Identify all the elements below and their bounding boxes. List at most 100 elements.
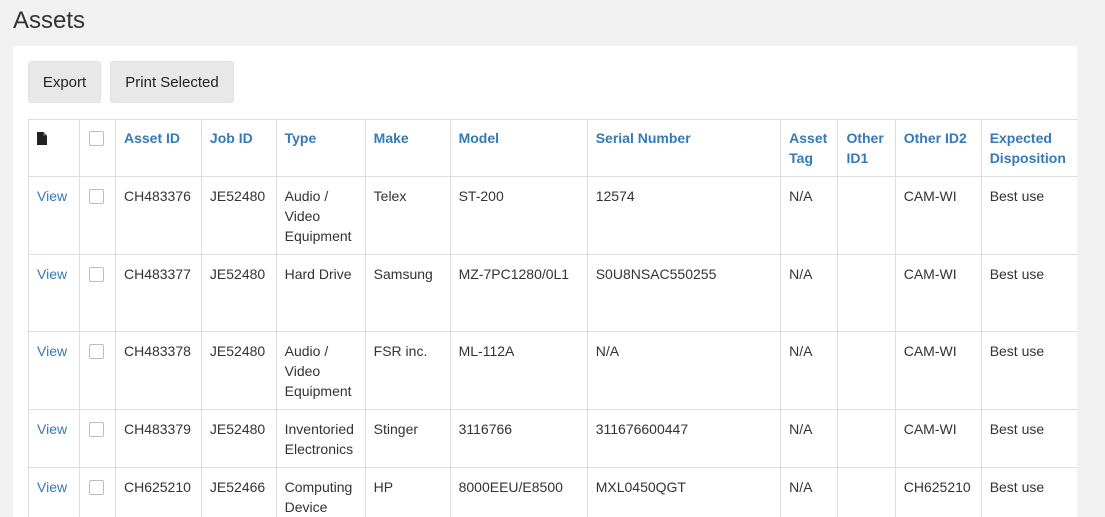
- header-job-id-label[interactable]: Job ID: [210, 130, 253, 146]
- header-type[interactable]: Type: [275, 119, 366, 177]
- make-cell: Telex: [364, 176, 451, 255]
- serial-number-cell: MXL0450QGT: [586, 467, 782, 517]
- asset-tag-cell: N/A: [780, 409, 839, 468]
- type-cell: Audio / Video Equipment: [275, 176, 366, 255]
- header-serial-number[interactable]: Serial Number: [586, 119, 782, 177]
- view-cell: View: [27, 254, 81, 332]
- select-cell: [79, 409, 116, 468]
- other-id1-cell: [837, 331, 896, 410]
- view-link[interactable]: View: [37, 266, 67, 282]
- table-row: View CH483377 JE52480 Hard Drive Samsung…: [27, 254, 1077, 332]
- other-id2-cell: CAM-WI: [894, 331, 982, 410]
- view-link[interactable]: View: [37, 343, 67, 359]
- select-cell: [79, 331, 116, 410]
- asset-id-cell: CH483376: [114, 176, 202, 255]
- view-link[interactable]: View: [37, 421, 67, 437]
- document-icon: [37, 130, 47, 150]
- expected-disposition-cell: Best use: [980, 176, 1077, 255]
- view-cell: View: [27, 176, 81, 255]
- page-title: Assets: [13, 7, 86, 34]
- job-id-cell: JE52466: [200, 467, 277, 517]
- model-cell: 8000EEU/E8500: [449, 467, 588, 517]
- header-serial-number-label[interactable]: Serial Number: [596, 130, 691, 146]
- select-cell: [79, 254, 116, 332]
- header-asset-id-label[interactable]: Asset ID: [124, 130, 180, 146]
- header-model[interactable]: Model: [449, 119, 588, 177]
- view-cell: View: [27, 409, 81, 468]
- header-other-id1-label[interactable]: Other ID1: [846, 130, 883, 166]
- type-cell: Hard Drive: [275, 254, 366, 332]
- expected-disposition-cell: Best use: [980, 467, 1077, 517]
- make-cell: HP: [364, 467, 451, 517]
- row-checkbox[interactable]: [89, 480, 105, 495]
- serial-number-cell: S0U8NSAC550255: [586, 254, 782, 332]
- expected-disposition-cell: Best use: [980, 409, 1077, 468]
- other-id1-cell: [837, 409, 896, 468]
- header-asset-tag[interactable]: Asset Tag: [780, 119, 839, 177]
- job-id-cell: JE52480: [200, 176, 277, 255]
- asset-id-cell: CH483378: [114, 331, 202, 410]
- select-all-checkbox[interactable]: [89, 131, 105, 146]
- print-selected-button[interactable]: Print Selected: [110, 61, 234, 103]
- asset-tag-cell: N/A: [780, 176, 839, 255]
- header-make[interactable]: Make: [364, 119, 451, 177]
- table-row: View CH625210 JE52466 Computing Device H…: [27, 467, 1077, 517]
- row-checkbox[interactable]: [89, 267, 105, 282]
- expected-disposition-cell: Best use: [980, 254, 1077, 332]
- header-select-all-cell: [79, 119, 116, 177]
- model-cell: 3116766: [449, 409, 588, 468]
- other-id2-cell: CAM-WI: [894, 254, 982, 332]
- asset-id-cell: CH625210: [114, 467, 202, 517]
- header-make-label[interactable]: Make: [374, 130, 409, 146]
- header-expected-disposition-label[interactable]: Expected Disposition: [990, 130, 1066, 166]
- other-id1-cell: [837, 254, 896, 332]
- type-cell: Computing Device: [275, 467, 366, 517]
- other-id2-cell: CAM-WI: [894, 176, 982, 255]
- other-id1-cell: [837, 176, 896, 255]
- make-cell: FSR inc.: [364, 331, 451, 410]
- header-type-label[interactable]: Type: [285, 130, 317, 146]
- header-job-id[interactable]: Job ID: [200, 119, 277, 177]
- type-cell: Audio / Video Equipment: [275, 331, 366, 410]
- type-cell: Inventoried Electronics: [275, 409, 366, 468]
- model-cell: ST-200: [449, 176, 588, 255]
- job-id-cell: JE52480: [200, 254, 277, 332]
- header-asset-tag-label[interactable]: Asset Tag: [789, 130, 827, 166]
- select-cell: [79, 467, 116, 517]
- row-checkbox[interactable]: [89, 189, 105, 204]
- asset-id-cell: CH483377: [114, 254, 202, 332]
- expected-disposition-cell: Best use: [980, 331, 1077, 410]
- table-row: View CH483376 JE52480 Audio / Video Equi…: [27, 176, 1077, 255]
- header-asset-id[interactable]: Asset ID: [114, 119, 202, 177]
- header-expected-disposition[interactable]: Expected Disposition: [980, 119, 1077, 177]
- header-other-id2-label[interactable]: Other ID2: [904, 130, 967, 146]
- header-model-label[interactable]: Model: [459, 130, 499, 146]
- row-checkbox[interactable]: [89, 422, 105, 437]
- asset-tag-cell: N/A: [780, 331, 839, 410]
- model-cell: MZ-7PC1280/0L1: [449, 254, 588, 332]
- other-id1-cell: [837, 467, 896, 517]
- view-link[interactable]: View: [37, 479, 67, 495]
- header-icon-cell: [27, 119, 81, 177]
- table-header-row: Asset ID Job ID Type Make Model Serial N…: [27, 119, 1077, 177]
- make-cell: Samsung: [364, 254, 451, 332]
- other-id2-cell: CAM-WI: [894, 409, 982, 468]
- view-link[interactable]: View: [37, 188, 67, 204]
- table-row: View CH483378 JE52480 Audio / Video Equi…: [27, 331, 1077, 410]
- select-cell: [79, 176, 116, 255]
- job-id-cell: JE52480: [200, 331, 277, 410]
- serial-number-cell: 311676600447: [586, 409, 782, 468]
- asset-id-cell: CH483379: [114, 409, 202, 468]
- header-other-id1[interactable]: Other ID1: [837, 119, 896, 177]
- assets-panel: Export Print Selected Asset ID Job ID Ty…: [13, 46, 1077, 517]
- job-id-cell: JE52480: [200, 409, 277, 468]
- other-id2-cell: CH625210: [894, 467, 982, 517]
- asset-tag-cell: N/A: [780, 254, 839, 332]
- serial-number-cell: N/A: [586, 331, 782, 410]
- export-button[interactable]: Export: [28, 61, 101, 103]
- row-checkbox[interactable]: [89, 344, 105, 359]
- assets-table: Asset ID Job ID Type Make Model Serial N…: [27, 119, 1077, 517]
- header-other-id2[interactable]: Other ID2: [894, 119, 982, 177]
- model-cell: ML-112A: [449, 331, 588, 410]
- serial-number-cell: 12574: [586, 176, 782, 255]
